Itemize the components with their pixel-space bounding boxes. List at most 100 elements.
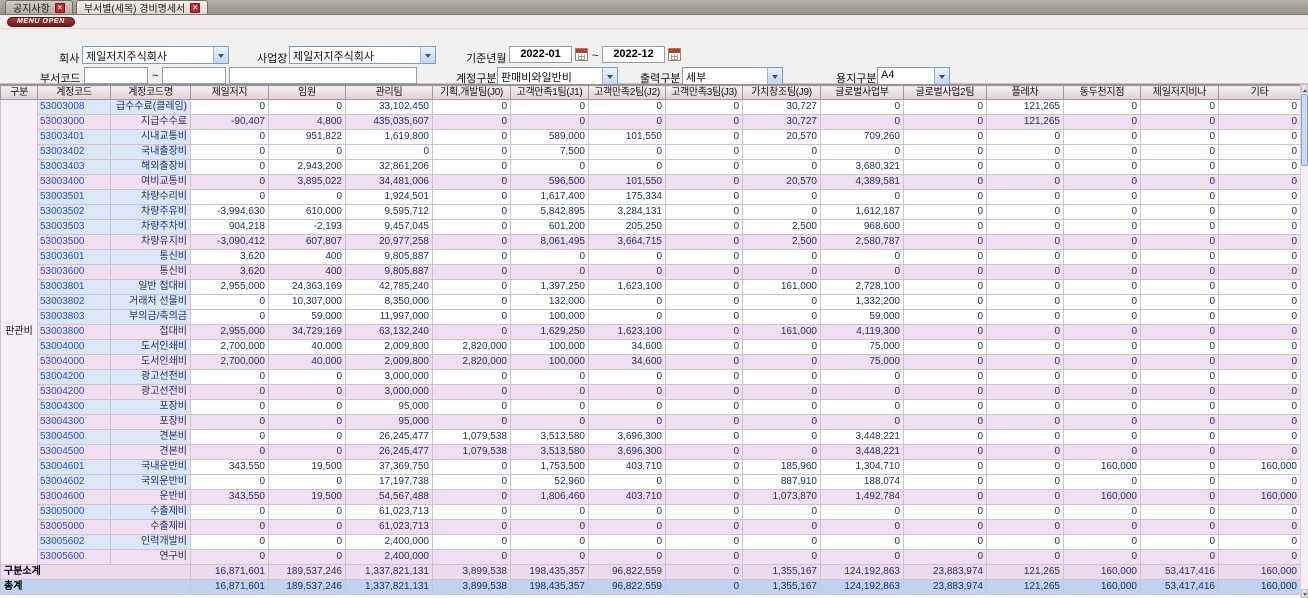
amount-cell[interactable]: 0	[1063, 264, 1141, 280]
account-name-cell[interactable]: 해외출장비	[110, 159, 191, 175]
account-name-cell[interactable]: 광고선전비	[110, 384, 191, 400]
amount-cell[interactable]: 887,910	[742, 474, 821, 490]
amount-cell[interactable]: 0	[665, 309, 743, 325]
amount-cell[interactable]: 0	[665, 399, 743, 415]
amount-cell[interactable]: 0	[432, 504, 511, 520]
amount-cell[interactable]: 34,481,006	[345, 174, 433, 190]
table-row[interactable]: 53005600 연구비 0 0 2,400,000 0 0 0 0 0 0 0 0 0 0 0	[1, 549, 1300, 565]
account-name-cell[interactable]: 포장비	[110, 414, 191, 430]
amount-cell[interactable]: 100,000	[510, 309, 589, 325]
amount-cell[interactable]: 1,397,250	[510, 279, 589, 295]
amount-cell[interactable]: 0	[510, 114, 589, 130]
amount-cell[interactable]: 124,192,863	[820, 579, 904, 595]
amount-cell[interactable]: 0	[903, 219, 987, 235]
amount-cell[interactable]: 34,600	[588, 354, 666, 370]
amount-cell[interactable]: 0	[986, 189, 1064, 205]
amount-cell[interactable]: 0	[190, 519, 269, 535]
account-name-cell[interactable]: 지급수수료	[110, 114, 191, 130]
amount-cell[interactable]: 0	[190, 369, 269, 385]
amount-cell[interactable]: 9,805,887	[345, 264, 433, 280]
amount-cell[interactable]: 0	[1063, 339, 1141, 355]
amount-cell[interactable]: 0	[588, 534, 666, 550]
amount-cell[interactable]: 0	[1140, 204, 1219, 220]
tab-expense-report[interactable]: 부서별(세목) 경비명세서 ×	[75, 0, 209, 15]
amount-cell[interactable]: 0	[190, 504, 269, 520]
amount-cell[interactable]: 0	[1063, 324, 1141, 340]
amount-cell[interactable]: 0	[903, 519, 987, 535]
amount-cell[interactable]: 0	[588, 264, 666, 280]
amount-cell[interactable]: 34,600	[588, 339, 666, 355]
amount-cell[interactable]: 0	[588, 549, 666, 565]
amount-cell[interactable]: 160,000	[1063, 564, 1141, 580]
amount-cell[interactable]: 0	[510, 399, 589, 415]
amount-cell[interactable]: 20,570	[742, 129, 821, 145]
amount-cell[interactable]: 0	[903, 114, 987, 130]
account-code-cell[interactable]: 53005000	[37, 519, 111, 535]
table-row[interactable]: 53003500 차량유지비 -3,090,412 607,807 20,977,258…	[1, 234, 1300, 250]
paper-type-select[interactable]: A4	[877, 67, 950, 85]
account-code-cell[interactable]: 53004000	[37, 339, 111, 355]
amount-cell[interactable]: 0	[1218, 129, 1300, 145]
amount-cell[interactable]: 30,727	[742, 99, 821, 115]
amount-cell[interactable]: 3,000,000	[345, 384, 433, 400]
amount-cell[interactable]: 0	[588, 144, 666, 160]
amount-cell[interactable]: 0	[1063, 114, 1141, 130]
account-name-cell[interactable]: 수출제비	[110, 519, 191, 535]
amount-cell[interactable]: 0	[190, 549, 269, 565]
amount-cell[interactable]: 0	[986, 144, 1064, 160]
account-name-cell[interactable]: 연구비	[110, 549, 191, 565]
account-code-cell[interactable]: 53004200	[37, 384, 111, 400]
amount-cell[interactable]: 0	[986, 519, 1064, 535]
amount-cell[interactable]: 16,871,601	[190, 564, 269, 580]
amount-cell[interactable]: 0	[1218, 159, 1300, 175]
table-row[interactable]: 53003803 부의금/축의금 0 59,000 11,997,000 0 100,000…	[1, 309, 1300, 325]
amount-cell[interactable]: 0	[820, 399, 904, 415]
amount-cell[interactable]: 0	[588, 294, 666, 310]
amount-cell[interactable]: 0	[1140, 249, 1219, 265]
amount-cell[interactable]: 0	[1140, 339, 1219, 355]
amount-cell[interactable]: 0	[986, 234, 1064, 250]
amount-cell[interactable]: 0	[432, 264, 511, 280]
amount-cell[interactable]: 0	[1218, 234, 1300, 250]
amount-cell[interactable]: 0	[742, 399, 821, 415]
amount-cell[interactable]: 0	[903, 504, 987, 520]
amount-cell[interactable]: 0	[742, 369, 821, 385]
account-name-cell[interactable]: 견본비	[110, 429, 191, 445]
account-code-cell[interactable]: 53003801	[37, 279, 111, 295]
amount-cell[interactable]: 0	[1140, 444, 1219, 460]
grand-total-row[interactable]: 총계 16,871,601 189,537,246 1,337,821,131 3,89…	[0, 579, 1300, 595]
amount-cell[interactable]: 0	[903, 534, 987, 550]
amount-cell[interactable]: 3,664,715	[588, 234, 666, 250]
table-row[interactable]: 판관비 53003008 급수수료(클레임) 0 0 33,102,450 0 0 0 0 30,7…	[0, 99, 1300, 565]
amount-cell[interactable]: 0	[665, 204, 743, 220]
table-row[interactable]: 53003401 시내교통비 0 951,822 1,619,800 0 589,000 10…	[1, 129, 1300, 145]
amount-cell[interactable]: 0	[588, 504, 666, 520]
amount-cell[interactable]: 0	[1218, 339, 1300, 355]
amount-cell[interactable]: 0	[1218, 309, 1300, 325]
amount-cell[interactable]: 0	[1218, 174, 1300, 190]
amount-cell[interactable]: 0	[1063, 369, 1141, 385]
amount-cell[interactable]: 0	[432, 189, 511, 205]
amount-cell[interactable]: 0	[903, 204, 987, 220]
amount-cell[interactable]: 0	[742, 549, 821, 565]
amount-cell[interactable]: 2,500	[742, 234, 821, 250]
amount-cell[interactable]: 0	[1140, 384, 1219, 400]
account-name-cell[interactable]: 도서인쇄비	[110, 339, 191, 355]
amount-cell[interactable]: 0	[665, 144, 743, 160]
amount-cell[interactable]: 0	[432, 324, 511, 340]
amount-cell[interactable]: 1,629,250	[510, 324, 589, 340]
amount-cell[interactable]: 0	[268, 474, 346, 490]
account-code-cell[interactable]: 53003403	[37, 159, 111, 175]
amount-cell[interactable]: 160,000	[1063, 489, 1141, 505]
table-row[interactable]: 53003601 통신비 3,620 400 9,805,887 0 0 0 0 0 0 0 0 0 0 0	[1, 249, 1300, 265]
amount-cell[interactable]: 4,800	[268, 114, 346, 130]
amount-cell[interactable]: 3,696,300	[588, 444, 666, 460]
amount-cell[interactable]: 0	[742, 294, 821, 310]
amount-cell[interactable]: 0	[432, 129, 511, 145]
amount-cell[interactable]: 0	[903, 174, 987, 190]
amount-cell[interactable]: 0	[742, 264, 821, 280]
amount-cell[interactable]: 1,753,500	[510, 459, 589, 475]
account-name-cell[interactable]: 급수수료(클레임)	[110, 99, 191, 115]
amount-cell[interactable]: 0	[986, 414, 1064, 430]
amount-cell[interactable]: 0	[510, 504, 589, 520]
